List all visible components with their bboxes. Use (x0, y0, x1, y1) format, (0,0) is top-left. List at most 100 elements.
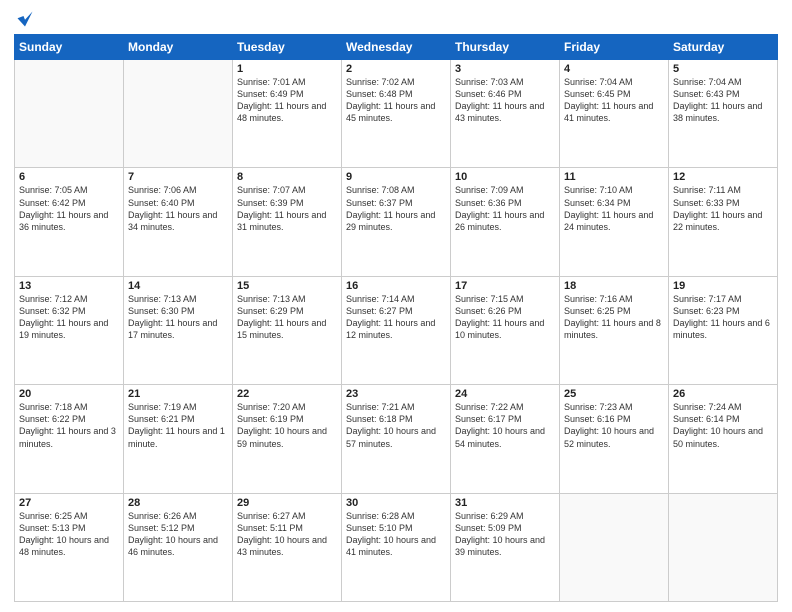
day-info: Sunrise: 7:05 AM Sunset: 6:42 PM Dayligh… (19, 184, 119, 233)
day-header-monday: Monday (124, 35, 233, 60)
day-number: 29 (237, 497, 337, 509)
calendar-week-row: 20Sunrise: 7:18 AM Sunset: 6:22 PM Dayli… (15, 385, 778, 493)
day-info: Sunrise: 7:17 AM Sunset: 6:23 PM Dayligh… (673, 293, 773, 342)
day-info: Sunrise: 7:20 AM Sunset: 6:19 PM Dayligh… (237, 401, 337, 450)
day-info: Sunrise: 7:12 AM Sunset: 6:32 PM Dayligh… (19, 293, 119, 342)
calendar-cell: 13Sunrise: 7:12 AM Sunset: 6:32 PM Dayli… (15, 276, 124, 384)
day-info: Sunrise: 7:13 AM Sunset: 6:29 PM Dayligh… (237, 293, 337, 342)
calendar-cell (560, 493, 669, 601)
day-number: 30 (346, 497, 446, 509)
day-number: 6 (19, 171, 119, 183)
day-header-friday: Friday (560, 35, 669, 60)
day-number: 11 (564, 171, 664, 183)
day-number: 23 (346, 388, 446, 400)
day-header-tuesday: Tuesday (233, 35, 342, 60)
day-number: 28 (128, 497, 228, 509)
calendar-cell: 8Sunrise: 7:07 AM Sunset: 6:39 PM Daylig… (233, 168, 342, 276)
day-info: Sunrise: 7:09 AM Sunset: 6:36 PM Dayligh… (455, 184, 555, 233)
day-info: Sunrise: 7:06 AM Sunset: 6:40 PM Dayligh… (128, 184, 228, 233)
logo-bird-icon (16, 10, 34, 28)
day-info: Sunrise: 7:08 AM Sunset: 6:37 PM Dayligh… (346, 184, 446, 233)
day-number: 14 (128, 280, 228, 292)
day-info: Sunrise: 7:04 AM Sunset: 6:45 PM Dayligh… (564, 76, 664, 125)
day-info: Sunrise: 7:03 AM Sunset: 6:46 PM Dayligh… (455, 76, 555, 125)
day-info: Sunrise: 7:04 AM Sunset: 6:43 PM Dayligh… (673, 76, 773, 125)
day-number: 13 (19, 280, 119, 292)
day-info: Sunrise: 7:11 AM Sunset: 6:33 PM Dayligh… (673, 184, 773, 233)
day-info: Sunrise: 7:13 AM Sunset: 6:30 PM Dayligh… (128, 293, 228, 342)
calendar-week-row: 6Sunrise: 7:05 AM Sunset: 6:42 PM Daylig… (15, 168, 778, 276)
calendar-cell: 29Sunrise: 6:27 AM Sunset: 5:11 PM Dayli… (233, 493, 342, 601)
calendar-week-row: 27Sunrise: 6:25 AM Sunset: 5:13 PM Dayli… (15, 493, 778, 601)
day-number: 21 (128, 388, 228, 400)
day-header-saturday: Saturday (669, 35, 778, 60)
calendar-cell: 1Sunrise: 7:01 AM Sunset: 6:49 PM Daylig… (233, 60, 342, 168)
calendar-cell: 2Sunrise: 7:02 AM Sunset: 6:48 PM Daylig… (342, 60, 451, 168)
calendar-cell: 11Sunrise: 7:10 AM Sunset: 6:34 PM Dayli… (560, 168, 669, 276)
day-info: Sunrise: 7:16 AM Sunset: 6:25 PM Dayligh… (564, 293, 664, 342)
day-header-sunday: Sunday (15, 35, 124, 60)
calendar-cell (124, 60, 233, 168)
day-number: 7 (128, 171, 228, 183)
day-info: Sunrise: 7:10 AM Sunset: 6:34 PM Dayligh… (564, 184, 664, 233)
calendar-cell: 24Sunrise: 7:22 AM Sunset: 6:17 PM Dayli… (451, 385, 560, 493)
calendar-week-row: 1Sunrise: 7:01 AM Sunset: 6:49 PM Daylig… (15, 60, 778, 168)
day-info: Sunrise: 6:26 AM Sunset: 5:12 PM Dayligh… (128, 510, 228, 559)
day-number: 2 (346, 63, 446, 75)
day-header-wednesday: Wednesday (342, 35, 451, 60)
day-number: 12 (673, 171, 773, 183)
day-info: Sunrise: 7:21 AM Sunset: 6:18 PM Dayligh… (346, 401, 446, 450)
calendar-cell: 20Sunrise: 7:18 AM Sunset: 6:22 PM Dayli… (15, 385, 124, 493)
calendar-cell: 26Sunrise: 7:24 AM Sunset: 6:14 PM Dayli… (669, 385, 778, 493)
day-number: 31 (455, 497, 555, 509)
calendar-cell: 22Sunrise: 7:20 AM Sunset: 6:19 PM Dayli… (233, 385, 342, 493)
calendar-cell: 31Sunrise: 6:29 AM Sunset: 5:09 PM Dayli… (451, 493, 560, 601)
day-number: 16 (346, 280, 446, 292)
day-info: Sunrise: 6:29 AM Sunset: 5:09 PM Dayligh… (455, 510, 555, 559)
day-info: Sunrise: 6:27 AM Sunset: 5:11 PM Dayligh… (237, 510, 337, 559)
day-info: Sunrise: 7:19 AM Sunset: 6:21 PM Dayligh… (128, 401, 228, 450)
calendar-cell: 16Sunrise: 7:14 AM Sunset: 6:27 PM Dayli… (342, 276, 451, 384)
day-info: Sunrise: 7:18 AM Sunset: 6:22 PM Dayligh… (19, 401, 119, 450)
calendar-cell: 15Sunrise: 7:13 AM Sunset: 6:29 PM Dayli… (233, 276, 342, 384)
calendar-cell: 6Sunrise: 7:05 AM Sunset: 6:42 PM Daylig… (15, 168, 124, 276)
calendar-cell: 14Sunrise: 7:13 AM Sunset: 6:30 PM Dayli… (124, 276, 233, 384)
day-info: Sunrise: 6:25 AM Sunset: 5:13 PM Dayligh… (19, 510, 119, 559)
calendar-cell: 27Sunrise: 6:25 AM Sunset: 5:13 PM Dayli… (15, 493, 124, 601)
day-number: 10 (455, 171, 555, 183)
calendar-cell: 4Sunrise: 7:04 AM Sunset: 6:45 PM Daylig… (560, 60, 669, 168)
day-number: 26 (673, 388, 773, 400)
day-info: Sunrise: 7:22 AM Sunset: 6:17 PM Dayligh… (455, 401, 555, 450)
day-number: 9 (346, 171, 446, 183)
day-info: Sunrise: 7:14 AM Sunset: 6:27 PM Dayligh… (346, 293, 446, 342)
day-number: 27 (19, 497, 119, 509)
day-number: 20 (19, 388, 119, 400)
day-info: Sunrise: 7:01 AM Sunset: 6:49 PM Dayligh… (237, 76, 337, 125)
calendar-header-row: SundayMondayTuesdayWednesdayThursdayFrid… (15, 35, 778, 60)
day-header-thursday: Thursday (451, 35, 560, 60)
calendar-cell: 28Sunrise: 6:26 AM Sunset: 5:12 PM Dayli… (124, 493, 233, 601)
logo (14, 10, 34, 28)
calendar-cell (669, 493, 778, 601)
calendar-cell: 5Sunrise: 7:04 AM Sunset: 6:43 PM Daylig… (669, 60, 778, 168)
calendar-cell: 7Sunrise: 7:06 AM Sunset: 6:40 PM Daylig… (124, 168, 233, 276)
day-number: 5 (673, 63, 773, 75)
page: SundayMondayTuesdayWednesdayThursdayFrid… (0, 0, 792, 612)
calendar-week-row: 13Sunrise: 7:12 AM Sunset: 6:32 PM Dayli… (15, 276, 778, 384)
calendar-cell: 9Sunrise: 7:08 AM Sunset: 6:37 PM Daylig… (342, 168, 451, 276)
day-number: 25 (564, 388, 664, 400)
day-info: Sunrise: 7:23 AM Sunset: 6:16 PM Dayligh… (564, 401, 664, 450)
day-number: 8 (237, 171, 337, 183)
day-number: 18 (564, 280, 664, 292)
calendar-cell: 30Sunrise: 6:28 AM Sunset: 5:10 PM Dayli… (342, 493, 451, 601)
calendar-cell: 18Sunrise: 7:16 AM Sunset: 6:25 PM Dayli… (560, 276, 669, 384)
day-info: Sunrise: 7:07 AM Sunset: 6:39 PM Dayligh… (237, 184, 337, 233)
calendar-cell: 12Sunrise: 7:11 AM Sunset: 6:33 PM Dayli… (669, 168, 778, 276)
calendar-cell (15, 60, 124, 168)
calendar-cell: 21Sunrise: 7:19 AM Sunset: 6:21 PM Dayli… (124, 385, 233, 493)
day-info: Sunrise: 7:02 AM Sunset: 6:48 PM Dayligh… (346, 76, 446, 125)
calendar-cell: 3Sunrise: 7:03 AM Sunset: 6:46 PM Daylig… (451, 60, 560, 168)
day-info: Sunrise: 7:15 AM Sunset: 6:26 PM Dayligh… (455, 293, 555, 342)
calendar-table: SundayMondayTuesdayWednesdayThursdayFrid… (14, 34, 778, 602)
day-number: 19 (673, 280, 773, 292)
